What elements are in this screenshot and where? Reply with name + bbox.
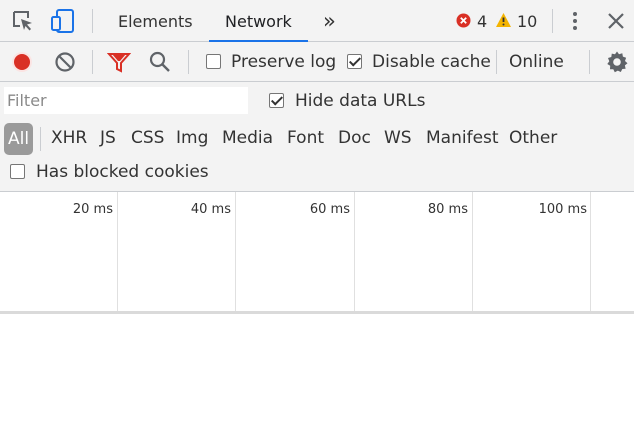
filter-bar: Hide data URLs All XHR JS CSS Img Media … — [0, 82, 634, 192]
type-filter-media[interactable]: Media — [222, 128, 273, 148]
timeline-overview[interactable]: 20 ms 40 ms 60 ms 80 ms 100 ms — [0, 192, 634, 312]
type-filter-font[interactable]: Font — [287, 128, 324, 148]
separator — [552, 9, 553, 33]
type-filter-xhr[interactable]: XHR — [51, 128, 87, 148]
filter-icon[interactable] — [107, 51, 131, 73]
warning-count[interactable]: 10 — [517, 12, 537, 31]
clear-icon[interactable] — [54, 51, 76, 73]
separator — [589, 50, 590, 74]
error-count[interactable]: 4 — [477, 12, 487, 31]
throttling-select[interactable]: Online — [509, 52, 564, 72]
gear-icon[interactable] — [605, 50, 629, 74]
timeline-gridline — [590, 192, 591, 312]
timeline-tick: 80 ms — [427, 202, 468, 217]
devtools-tabbar: Elements Network » 4 10 — [0, 0, 634, 42]
tab-network[interactable]: Network — [209, 0, 308, 42]
network-toolbar: Preserve log Disable cache Online — [0, 42, 634, 82]
disable-cache-label[interactable]: Disable cache — [372, 52, 491, 72]
type-filter-ws[interactable]: WS — [384, 128, 412, 148]
error-icon[interactable] — [456, 13, 471, 28]
tab-elements[interactable]: Elements — [118, 0, 193, 42]
separator — [188, 50, 189, 74]
timeline-tick: 20 ms — [72, 202, 113, 217]
blocked-cookies-checkbox[interactable] — [10, 164, 25, 179]
close-icon[interactable] — [607, 12, 625, 30]
filter-input[interactable] — [4, 87, 248, 114]
type-filter-doc[interactable]: Doc — [338, 128, 371, 148]
timeline-tick: 100 ms — [538, 202, 587, 217]
timeline-gridline — [117, 192, 118, 312]
type-filter-js[interactable]: JS — [100, 128, 116, 148]
disable-cache-checkbox[interactable] — [347, 54, 362, 69]
separator — [92, 50, 93, 74]
type-filter-other[interactable]: Other — [509, 128, 557, 148]
request-list — [0, 314, 634, 430]
timeline-gridline — [354, 192, 355, 312]
search-icon[interactable] — [149, 51, 171, 73]
hide-data-urls-checkbox[interactable] — [269, 93, 284, 108]
record-icon[interactable] — [11, 51, 33, 73]
hide-data-urls-label[interactable]: Hide data URLs — [295, 91, 425, 111]
inspect-element-icon[interactable] — [12, 10, 34, 32]
timeline-gridline — [472, 192, 473, 312]
type-filter-manifest[interactable]: Manifest — [426, 128, 499, 148]
separator — [40, 127, 41, 151]
type-filter-all[interactable]: All — [4, 123, 34, 155]
timeline-gridline — [235, 192, 236, 312]
preserve-log-label[interactable]: Preserve log — [231, 52, 336, 72]
more-options-icon[interactable] — [568, 10, 582, 32]
more-tabs-icon[interactable]: » — [323, 9, 336, 33]
timeline-tick: 60 ms — [309, 202, 350, 217]
timeline-tick: 40 ms — [190, 202, 231, 217]
warning-icon[interactable] — [495, 12, 512, 28]
separator — [92, 9, 93, 33]
preserve-log-checkbox[interactable] — [206, 54, 221, 69]
separator — [496, 50, 497, 74]
device-toolbar-icon[interactable] — [50, 8, 76, 34]
type-filter-img[interactable]: Img — [176, 128, 208, 148]
blocked-cookies-label[interactable]: Has blocked cookies — [36, 162, 209, 182]
type-filter-css[interactable]: CSS — [131, 128, 164, 148]
